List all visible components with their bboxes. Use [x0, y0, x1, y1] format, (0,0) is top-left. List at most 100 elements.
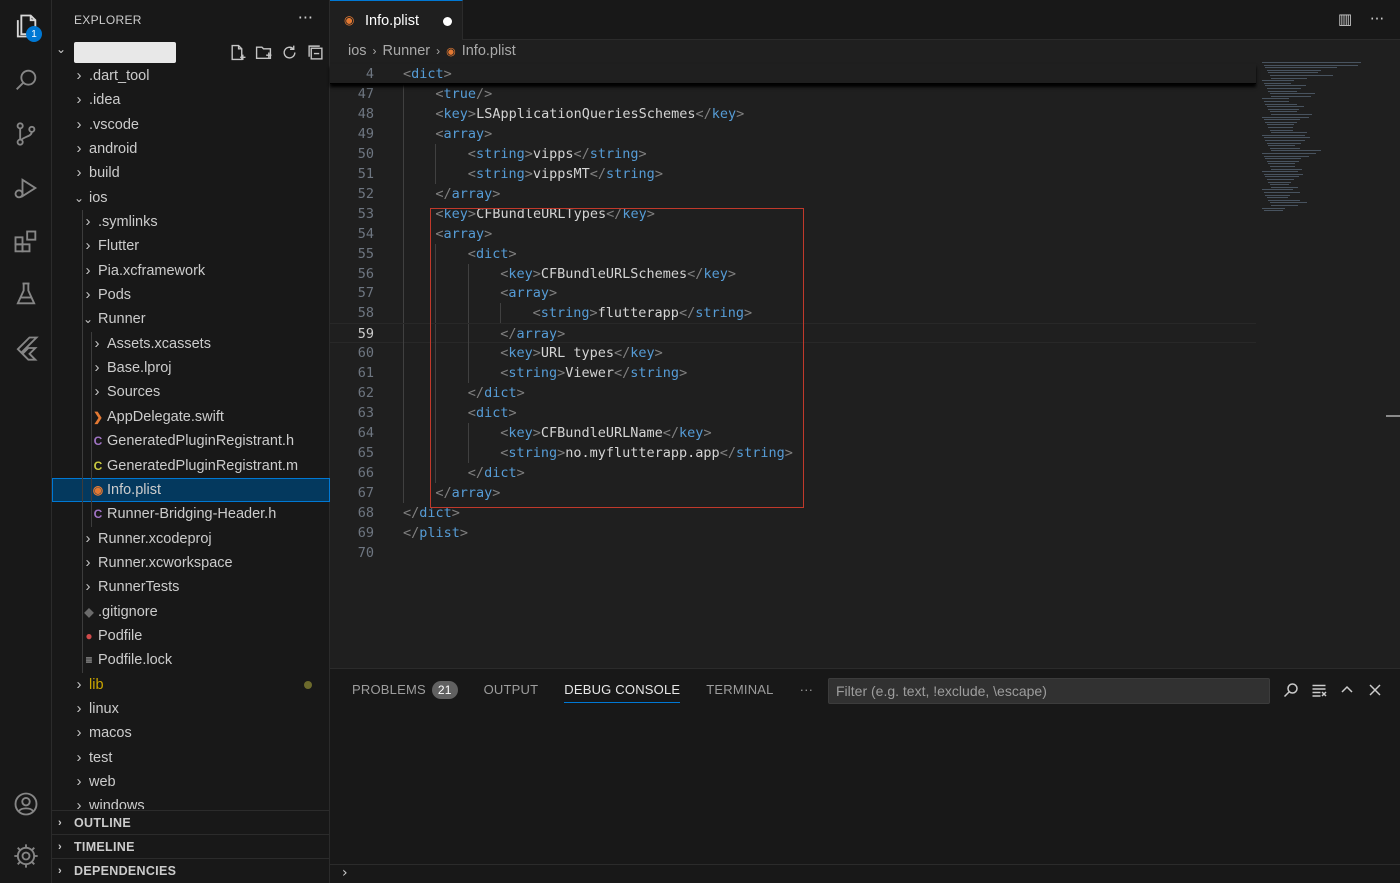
tree-item[interactable]: › windows [52, 794, 330, 809]
minimap[interactable] [1258, 62, 1388, 222]
indent-guide [435, 303, 437, 324]
testing-icon[interactable] [8, 276, 44, 312]
tree-item-label: AppDelegate.swift [107, 408, 224, 425]
unsaved-dot-icon[interactable] [443, 17, 452, 26]
gear-icon[interactable] [8, 838, 44, 874]
code-editor[interactable]: 4 <dict> 47 <true/> 48 <key>LSApplicationQuer… [330, 64, 1256, 624]
maximize-panel-icon[interactable] [1338, 680, 1356, 700]
code-line[interactable]: 69 </plist> [330, 523, 1256, 543]
tree-item[interactable]: ⌄ Runner [52, 307, 330, 332]
tree-item[interactable]: › Pia.xcframework [52, 258, 330, 284]
find-icon[interactable] [1282, 680, 1300, 700]
code-line[interactable]: 62 </dict> [330, 383, 1256, 404]
code-line[interactable]: 67 </array> [330, 482, 1256, 503]
tree-item[interactable]: › .idea [52, 88, 330, 112]
tree-item[interactable]: C GeneratedPluginRegistrant.h [52, 429, 330, 454]
code-line[interactable]: 4 <dict> [330, 64, 1256, 84]
split-editor-icon[interactable]: ▥ [1336, 10, 1354, 28]
chevron-right-icon: › [58, 841, 62, 853]
line-number: 61 [357, 365, 374, 382]
tree-item[interactable]: ≡ Podfile.lock [52, 648, 330, 673]
code-line[interactable]: 61 <string>Viewer</string> [330, 363, 1256, 384]
tab-output[interactable]: OUTPUT [484, 681, 565, 705]
tree-item[interactable]: › .dart_tool [52, 64, 330, 88]
tree-item[interactable]: C Runner-Bridging-Header.h [52, 502, 330, 527]
tree-item[interactable]: ⌄ ios [52, 186, 330, 210]
tree-item[interactable]: › .symlinks [52, 210, 330, 235]
breadcrumb-runner[interactable]: Runner [383, 43, 431, 59]
tree-item[interactable]: › Runner.xcworkspace [52, 550, 330, 576]
timeline-section[interactable]: › TIMELINE [52, 834, 330, 858]
indent-guide [435, 343, 437, 364]
code-line[interactable]: 65 <string>no.myflutterapp.app</string> [330, 443, 1256, 464]
explorer-more-button[interactable]: ··· [298, 8, 313, 27]
collapse-all-icon[interactable] [306, 43, 324, 61]
refresh-icon[interactable] [280, 43, 298, 61]
tree-item[interactable]: ● Podfile [52, 623, 330, 649]
code-line[interactable]: 59 </array> [330, 323, 1256, 345]
tree-item[interactable]: › build [52, 161, 330, 185]
code-line[interactable]: 50 <string>vipps</string> [330, 143, 1256, 164]
editor-more-button[interactable]: ··· [1368, 10, 1386, 28]
code-line[interactable]: 55 <dict> [330, 243, 1256, 264]
breadcrumb-info-plist[interactable]: Info.plist [462, 43, 516, 59]
tree-item[interactable]: › .vscode [52, 113, 330, 137]
tree-item[interactable]: › android [52, 137, 330, 161]
explorer-files-icon[interactable]: 1 [8, 8, 44, 44]
code-line[interactable]: 60 <key>URL types</key> [330, 343, 1256, 364]
code-line[interactable]: 54 <array> [330, 223, 1256, 244]
extensions-icon[interactable] [8, 224, 44, 260]
outline-section[interactable]: › OUTLINE [52, 810, 330, 834]
account-icon[interactable] [8, 786, 44, 822]
search-icon[interactable] [8, 62, 44, 98]
tree-item[interactable]: › Base.lproj [52, 356, 330, 381]
code-line[interactable]: 51 <string>vippsMT</string> [330, 163, 1256, 184]
debug-console-input[interactable]: › [330, 864, 1400, 883]
tree-item[interactable]: C GeneratedPluginRegistrant.m [52, 453, 330, 478]
code-line[interactable]: 68 </dict> [330, 503, 1256, 523]
new-folder-icon[interactable] [254, 43, 272, 61]
tree-item[interactable]: ❯ AppDelegate.swift [52, 404, 330, 430]
code-line[interactable]: 58 <string>flutterapp</string> [330, 303, 1256, 324]
tree-item[interactable]: › Runner.xcodeproj [52, 526, 330, 551]
tab-debug-console[interactable]: DEBUG CONSOLE [564, 681, 706, 705]
close-panel-icon[interactable] [1366, 680, 1384, 700]
flutter-icon[interactable] [8, 330, 44, 366]
code-line[interactable]: 56 <key>CFBundleURLSchemes</key> [330, 263, 1256, 284]
clear-console-icon[interactable] [1310, 680, 1328, 700]
tree-item[interactable]: › test [52, 746, 330, 770]
code-line[interactable]: 48 <key>LSApplicationQueriesSchemes</key> [330, 103, 1256, 124]
code-line[interactable]: 57 <array> [330, 283, 1256, 304]
scrollbar-marker[interactable] [1386, 415, 1400, 417]
code-line[interactable]: 49 <array> [330, 123, 1256, 144]
debug-console-filter-input[interactable]: Filter (e.g. text, !exclude, \escape) [828, 678, 1270, 704]
source-control-icon[interactable] [8, 116, 44, 152]
code-line[interactable]: 53 <key>CFBundleURLTypes</key> [330, 203, 1256, 224]
code-line[interactable]: 70 [330, 543, 1256, 563]
run-debug-icon[interactable] [8, 170, 44, 206]
tree-item[interactable]: › web [52, 770, 330, 794]
project-root-row[interactable]: ⌄ [52, 41, 330, 63]
code-line[interactable]: 52 </array> [330, 183, 1256, 204]
new-file-icon[interactable] [228, 43, 246, 61]
code-line[interactable]: 66 </dict> [330, 463, 1256, 483]
tab-info-plist[interactable]: ◉ Info.plist [330, 0, 463, 40]
tree-item[interactable]: › Assets.xcassets [52, 331, 330, 357]
tree-item[interactable]: ◆ .gitignore [52, 599, 330, 624]
tree-item[interactable]: › lib [52, 673, 330, 697]
tree-item[interactable]: › Pods [52, 283, 330, 308]
tree-item[interactable]: ◉ Info.plist [52, 477, 330, 503]
tree-item[interactable]: › linux [52, 697, 330, 721]
tree-item[interactable]: › RunnerTests [52, 575, 330, 600]
code-line[interactable]: 47 <true/> [330, 83, 1256, 104]
tree-item[interactable]: › Flutter [52, 234, 330, 259]
code-line[interactable]: 63 <dict> [330, 403, 1256, 424]
breadcrumb-ios[interactable]: ios [348, 43, 367, 59]
tree-item[interactable]: › Sources [52, 380, 330, 405]
tab-problems[interactable]: PROBLEMS 21 [352, 681, 484, 705]
dependencies-section[interactable]: › DEPENDENCIES [52, 858, 330, 882]
code-line[interactable]: 64 <key>CFBundleURLName</key> [330, 423, 1256, 444]
chevron-right-icon: › [94, 383, 100, 401]
tab-terminal[interactable]: TERMINAL [706, 681, 799, 705]
tree-item[interactable]: › macos [52, 721, 330, 745]
